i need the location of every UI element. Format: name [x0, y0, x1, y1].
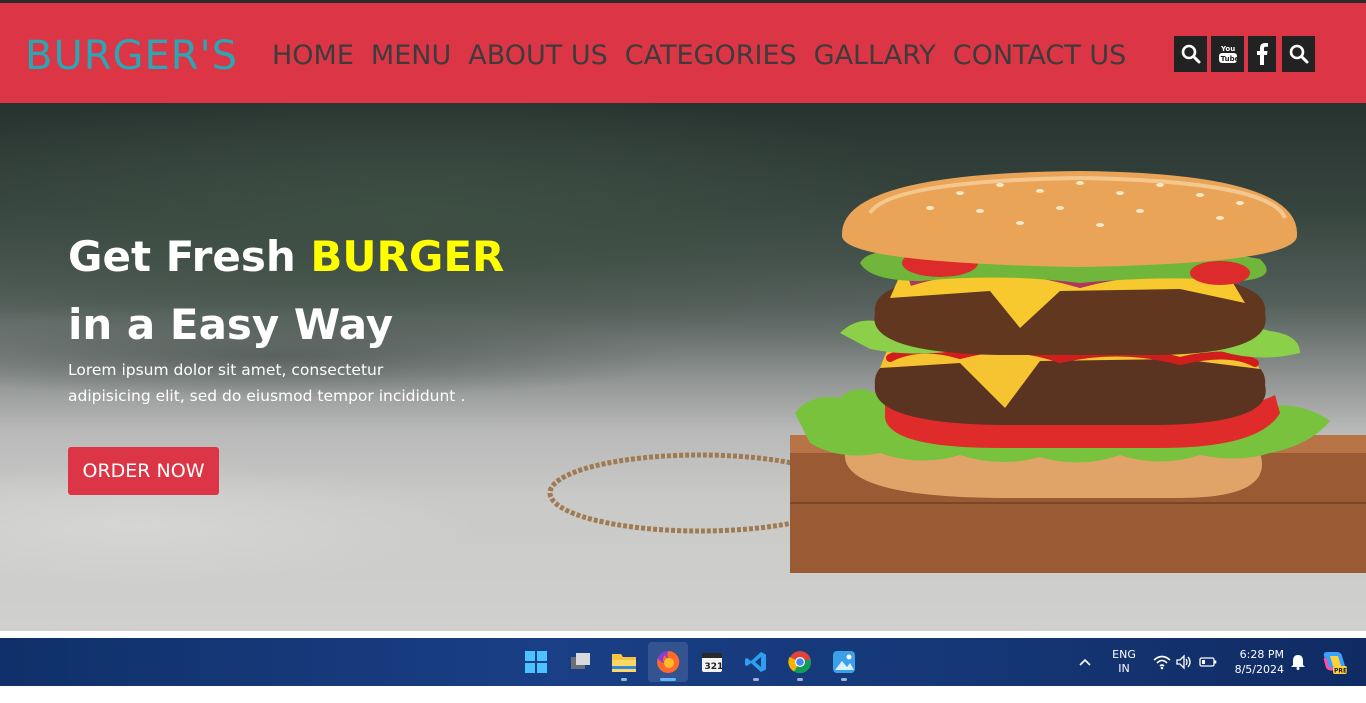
social-buttons: You Tube: [1174, 36, 1319, 72]
system-status-group[interactable]: [1153, 654, 1219, 702]
nav-gallary[interactable]: GALLARY: [814, 40, 936, 72]
copilot-icon: PRE: [1323, 652, 1347, 675]
start-button[interactable]: [516, 642, 556, 682]
hero-subtitle: Lorem ipsum dolor sit amet, consectetur …: [68, 361, 466, 405]
running-indicator: [621, 678, 627, 681]
photos-icon: [833, 651, 855, 673]
taskbar-apps: 321: [516, 642, 864, 682]
volume-icon: [1176, 654, 1191, 670]
search-button-2[interactable]: [1282, 36, 1315, 72]
nav-menu[interactable]: MENU: [371, 40, 451, 72]
chrome-button[interactable]: [780, 642, 820, 682]
main-nav: HOME MENU ABOUT US CATEGORIES GALLARY CO…: [272, 40, 1143, 72]
page-bottom-gap: [0, 631, 1366, 638]
show-hidden-icons-button[interactable]: [1078, 655, 1092, 703]
svg-text:PRE: PRE: [1334, 668, 1347, 675]
vscode-button[interactable]: [736, 642, 776, 682]
hero-title: Get Fresh BURGER in a Easy Way: [68, 223, 504, 359]
nav-about-us[interactable]: ABOUT US: [468, 40, 608, 72]
search-icon: [1181, 44, 1200, 64]
running-indicator: [841, 678, 847, 681]
search-button[interactable]: [1174, 36, 1207, 72]
svg-text:You: You: [1220, 45, 1235, 53]
svg-text:321: 321: [705, 662, 724, 672]
search-icon: [1289, 44, 1308, 64]
facebook-icon: [1257, 43, 1268, 65]
youtube-icon: You Tube: [1218, 45, 1238, 63]
youtube-button[interactable]: You Tube: [1211, 36, 1244, 72]
brand-logo[interactable]: BURGER'S: [25, 34, 238, 78]
nav-contact-us[interactable]: CONTACT US: [953, 40, 1127, 72]
task-view-button[interactable]: [560, 642, 600, 682]
firefox-button[interactable]: [648, 642, 688, 682]
running-indicator: [797, 678, 803, 681]
windows-taskbar: 321 ENG IN 6:28 PM 8/5/2024 PRE: [0, 638, 1366, 686]
active-indicator: [660, 678, 676, 681]
order-now-button[interactable]: ORDER NOW: [68, 447, 219, 495]
notifications-button[interactable]: [1290, 654, 1306, 702]
chrome-icon: [788, 651, 812, 674]
file-explorer-icon: [612, 654, 636, 672]
firefox-icon: [657, 650, 680, 673]
language-indicator[interactable]: ENG IN: [1108, 648, 1140, 696]
clipchamp-icon: 321: [702, 653, 724, 672]
burger-image: [547, 171, 1366, 573]
navbar: BURGER'S HOME MENU ABOUT US CATEGORIES G…: [0, 3, 1366, 103]
clock-time: 6:28 PM: [1239, 648, 1284, 661]
file-explorer-button[interactable]: [604, 642, 644, 682]
battery-icon: [1199, 657, 1217, 667]
windows-start-icon: [525, 651, 547, 673]
running-indicator: [753, 678, 759, 681]
vscode-icon: [745, 652, 766, 672]
hero-section: Get Fresh BURGER in a Easy Way Lorem ips…: [0, 103, 1366, 631]
nav-categories[interactable]: CATEGORIES: [625, 40, 797, 72]
wifi-icon: [1153, 655, 1171, 670]
svg-text:Tube: Tube: [1220, 55, 1237, 63]
clipchamp-button[interactable]: 321: [692, 642, 732, 682]
copilot-button[interactable]: PRE: [1321, 649, 1347, 697]
clock[interactable]: 6:28 PM 8/5/2024: [1226, 647, 1284, 695]
bell-icon: [1291, 655, 1305, 670]
language-code: ENG: [1112, 648, 1136, 661]
region-code: IN: [1118, 662, 1130, 675]
hero-title-line2: in a Easy Way: [68, 300, 394, 349]
photos-button[interactable]: [824, 642, 864, 682]
clock-date: 8/5/2024: [1234, 663, 1284, 676]
hero-title-highlight: BURGER: [310, 232, 505, 281]
hero-title-prefix: Get Fresh: [68, 232, 311, 281]
task-view-icon: [571, 653, 590, 669]
nav-home[interactable]: HOME: [272, 40, 354, 72]
chevron-up-icon: [1079, 658, 1091, 666]
facebook-button[interactable]: [1248, 36, 1276, 72]
